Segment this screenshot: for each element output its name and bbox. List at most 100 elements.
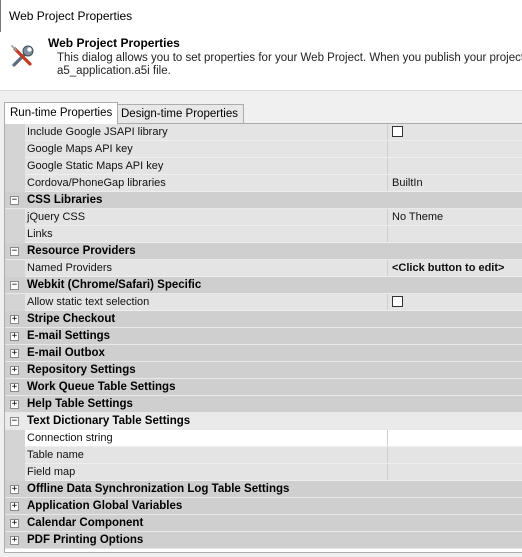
property-name: Allow static text selection [25, 294, 387, 310]
row-gutter [5, 260, 25, 277]
category-row[interactable]: + Stripe Checkout [5, 311, 522, 328]
category-label: Help Table Settings [27, 398, 133, 410]
expand-icon[interactable]: + [10, 349, 19, 358]
header-description-line-1: This dialog allows you to set properties… [57, 52, 522, 64]
property-row[interactable]: Field map [5, 464, 522, 481]
property-name: jQuery CSS [25, 209, 387, 225]
category-row[interactable]: + Application Global Variables [5, 498, 522, 515]
property-row[interactable]: Named Providers <Click button to edit> [5, 260, 522, 277]
property-row[interactable]: Google Maps API key [5, 141, 522, 158]
row-gutter [5, 158, 25, 175]
row-gutter [5, 226, 25, 243]
collapse-icon[interactable]: − [10, 196, 19, 205]
checkbox[interactable] [392, 296, 403, 307]
property-value[interactable] [387, 226, 522, 242]
category-label: Repository Settings [27, 364, 136, 376]
row-gutter [5, 124, 25, 141]
category-row[interactable]: − Text Dictionary Table Settings [5, 413, 522, 430]
category-row[interactable]: + Calendar Component [5, 515, 522, 532]
category-label: Resource Providers [27, 245, 136, 257]
property-row[interactable]: Google Static Maps API key [5, 158, 522, 175]
category-label: E-mail Outbox [27, 347, 105, 359]
property-value[interactable]: No Theme [387, 209, 522, 225]
expand-icon[interactable]: + [10, 315, 19, 324]
expand-icon[interactable]: + [10, 485, 19, 494]
header-description-line-2: a5_application.a5i file. [57, 65, 171, 77]
property-value[interactable] [387, 124, 522, 140]
row-gutter [5, 464, 25, 481]
row-gutter [5, 141, 25, 158]
checkbox[interactable] [392, 126, 403, 137]
category-row[interactable]: + E-mail Outbox [5, 345, 522, 362]
collapse-icon[interactable]: − [10, 281, 19, 290]
tab-run-time-properties[interactable]: Run-time Properties [4, 102, 119, 124]
property-name: Named Providers [25, 260, 387, 276]
category-row[interactable]: − Resource Providers [5, 243, 522, 260]
property-row[interactable]: Cordova/PhoneGap libraries BuiltIn [5, 175, 522, 192]
category-label: Text Dictionary Table Settings [27, 415, 191, 427]
category-label: Offline Data Synchronization Log Table S… [27, 483, 290, 495]
row-gutter [5, 447, 25, 464]
property-value[interactable]: BuiltIn [387, 175, 522, 191]
property-value[interactable] [387, 141, 522, 157]
row-gutter [5, 430, 25, 447]
header-description: This dialog allows you to set properties… [57, 52, 522, 78]
property-value[interactable] [387, 158, 522, 174]
category-row[interactable]: + E-mail Settings [5, 328, 522, 345]
header-title: Web Project Properties [48, 36, 180, 50]
property-row[interactable]: jQuery CSS No Theme [5, 209, 522, 226]
category-row[interactable]: + Work Queue Table Settings [5, 379, 522, 396]
property-name: Google Maps API key [25, 141, 387, 157]
expand-icon[interactable]: + [10, 332, 19, 341]
category-label: Calendar Component [27, 517, 144, 529]
property-value[interactable]: <Click button to edit> [387, 260, 522, 276]
expand-icon[interactable]: + [10, 400, 19, 409]
tab-strip: Run-time Properties Design-time Properti… [0, 102, 522, 124]
title-bar: Web Project Properties [0, 0, 522, 32]
category-row[interactable]: + Help Table Settings [5, 396, 522, 413]
expand-icon[interactable]: + [10, 519, 19, 528]
property-name: Connection string [25, 430, 387, 446]
property-row[interactable]: Links [5, 226, 522, 243]
category-label: E-mail Settings [27, 330, 111, 342]
property-name: Field map [25, 464, 387, 480]
property-row[interactable]: Table name [5, 447, 522, 464]
property-value[interactable] [387, 430, 522, 446]
category-row[interactable]: + PDF Printing Options [5, 532, 522, 549]
category-row[interactable]: + Repository Settings [5, 362, 522, 379]
expand-icon[interactable]: + [10, 383, 19, 392]
property-name: Table name [25, 447, 387, 463]
row-gutter [5, 294, 25, 311]
collapse-icon[interactable]: − [10, 417, 19, 426]
row-gutter [5, 209, 25, 226]
expand-icon[interactable]: + [10, 366, 19, 375]
category-label: CSS Libraries [27, 194, 103, 206]
property-value[interactable] [387, 294, 522, 310]
property-value[interactable] [387, 464, 522, 480]
category-row[interactable]: − Webkit (Chrome/Safari) Specific [5, 277, 522, 294]
property-grid[interactable]: Include Google JSAPI library Google Maps … [4, 123, 522, 553]
expand-icon[interactable]: + [10, 536, 19, 545]
category-label: Stripe Checkout [27, 313, 116, 325]
category-label: PDF Printing Options [27, 534, 144, 546]
collapse-icon[interactable]: − [10, 247, 19, 256]
property-row[interactable]: Allow static text selection [5, 294, 522, 311]
property-name: Include Google JSAPI library [25, 124, 387, 140]
property-name: Links [25, 226, 387, 242]
category-row[interactable]: + Offline Data Synchronization Log Table … [5, 481, 522, 498]
property-row[interactable]: Include Google JSAPI library [5, 124, 522, 141]
expand-icon[interactable]: + [10, 502, 19, 511]
category-row[interactable]: − CSS Libraries [5, 192, 522, 209]
window-title: Web Project Properties [9, 9, 133, 23]
property-value[interactable] [387, 447, 522, 463]
property-name: Cordova/PhoneGap libraries [25, 175, 387, 191]
dialog-header: Web Project Properties This dialog allow… [0, 32, 522, 91]
category-label: Application Global Variables [27, 500, 183, 512]
category-label: Work Queue Table Settings [27, 381, 176, 393]
property-name: Google Static Maps API key [25, 158, 387, 174]
category-label: Webkit (Chrome/Safari) Specific [27, 279, 202, 291]
row-gutter [5, 175, 25, 192]
tab-design-time-properties[interactable]: Design-time Properties [115, 104, 244, 123]
tools-icon [8, 41, 38, 71]
property-row[interactable]: Connection string [5, 430, 522, 447]
